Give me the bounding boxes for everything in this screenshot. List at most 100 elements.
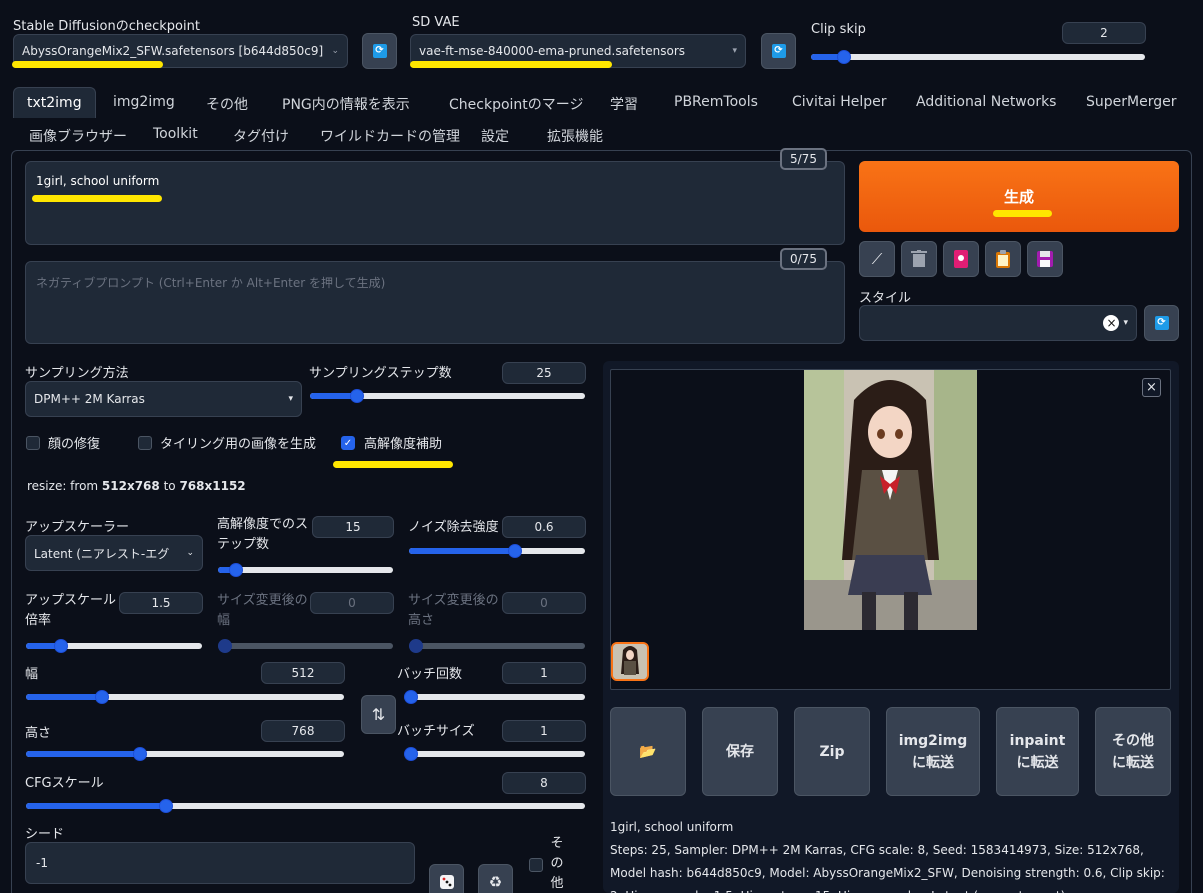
- resize-height-slider[interactable]: [409, 639, 585, 653]
- clip-skip-slider[interactable]: [811, 50, 1145, 64]
- resize-width-slider[interactable]: [218, 639, 393, 653]
- resize-width-input[interactable]: 0: [310, 592, 394, 614]
- denoise-slider[interactable]: [409, 544, 585, 558]
- slider-handle[interactable]: [404, 690, 418, 704]
- upscaler-select[interactable]: Latent (ニアレスト-エグ ⌄: [25, 535, 203, 571]
- resize-height-label: サイズ変更後の高さ: [408, 593, 499, 628]
- tab-row1-8[interactable]: Additional Networks: [916, 94, 1056, 110]
- close-icon[interactable]: ×: [1142, 378, 1161, 397]
- resize-to: 768x1152: [179, 479, 246, 493]
- hires-fix-checkbox[interactable]: ✓ 高解像度補助: [341, 433, 442, 452]
- sampling-method-select[interactable]: DPM++ 2M Karras ▾: [25, 381, 302, 417]
- hires-steps-slider[interactable]: [218, 563, 393, 577]
- resize-height-input[interactable]: 0: [502, 592, 586, 614]
- swap-dimensions-button[interactable]: ⇅: [361, 695, 396, 734]
- slider-handle[interactable]: [218, 639, 232, 653]
- batch-size-input[interactable]: 1: [502, 720, 586, 742]
- sampling-steps-slider[interactable]: [310, 389, 585, 403]
- slider-handle[interactable]: [837, 50, 852, 64]
- negative-prompt-textarea[interactable]: ネガティブプロンプト (Ctrl+Enter か Alt+Enter を押して生…: [25, 261, 845, 344]
- tab-row2-4[interactable]: 設定: [481, 126, 509, 146]
- send-to-img2img-button[interactable]: img2img に転送: [886, 707, 980, 796]
- batch-count-slider[interactable]: [404, 690, 585, 704]
- apply-style-button[interactable]: [985, 241, 1021, 277]
- checkbox-box[interactable]: [529, 858, 543, 872]
- seed-input[interactable]: -1: [25, 842, 415, 884]
- tab-row2-1[interactable]: Toolkit: [153, 126, 198, 142]
- sampling-steps-label: サンプリングステップ数: [309, 366, 452, 381]
- swap-icon: ⇅: [371, 705, 386, 724]
- tab-row2-3[interactable]: ワイルドカードの管理: [320, 126, 460, 146]
- check-icon[interactable]: ✓: [341, 435, 355, 450]
- resize-mid: to: [159, 479, 180, 493]
- tab-row1-7[interactable]: Civitai Helper: [792, 94, 887, 110]
- tab-row1-2[interactable]: その他: [206, 94, 248, 114]
- generate-button[interactable]: 生成: [859, 161, 1179, 232]
- refresh-style-button[interactable]: ⟳: [1144, 305, 1179, 341]
- floppy-icon: [1037, 251, 1053, 267]
- gallery-thumbnail[interactable]: [611, 642, 649, 681]
- clear-prompt-button[interactable]: [901, 241, 937, 277]
- upscale-factor-input[interactable]: 1.5: [119, 592, 203, 614]
- clip-skip-input[interactable]: 2: [1062, 22, 1146, 44]
- save-style-button[interactable]: [1027, 241, 1063, 277]
- open-folder-button[interactable]: 📂: [610, 707, 686, 796]
- tab-row1-6[interactable]: PBRemTools: [674, 94, 758, 110]
- extra-networks-button[interactable]: [943, 241, 979, 277]
- tab-row1-3[interactable]: PNG内の情報を表示: [282, 94, 410, 114]
- batch-count-input[interactable]: 1: [502, 662, 586, 684]
- slider-handle[interactable]: [349, 389, 364, 403]
- face-restore-checkbox[interactable]: 顔の修復: [26, 433, 100, 452]
- tab-row2-0[interactable]: 画像ブラウザー: [29, 126, 127, 146]
- clear-icon[interactable]: ×: [1103, 315, 1120, 331]
- slider-handle[interactable]: [158, 799, 173, 813]
- checkbox-box[interactable]: [138, 435, 152, 450]
- generated-image[interactable]: [804, 370, 977, 630]
- tab-txt2img[interactable]: txt2img: [13, 87, 96, 118]
- cfg-scale-slider[interactable]: [26, 799, 585, 813]
- clip-skip-label: Clip skip: [811, 22, 866, 37]
- batch-count-label: バッチ回数: [397, 667, 463, 682]
- chevron-down-icon: ▾: [1123, 318, 1128, 328]
- extra-seed-checkbox[interactable]: [529, 858, 543, 872]
- slider-handle[interactable]: [228, 563, 243, 577]
- refresh-icon: ⟳: [1154, 316, 1169, 330]
- upscale-factor-slider[interactable]: [26, 639, 202, 653]
- tab-row1-4[interactable]: Checkpointのマージ: [449, 94, 584, 114]
- tiling-checkbox[interactable]: タイリング用の画像を生成: [138, 433, 316, 452]
- style-select[interactable]: × ▾: [859, 305, 1137, 341]
- slider-handle[interactable]: [409, 639, 423, 653]
- face-restore-label: 顔の修復: [48, 437, 101, 452]
- refresh-checkpoint-button[interactable]: ⟳: [362, 33, 397, 69]
- tab-row1-5[interactable]: 学習: [610, 94, 638, 114]
- prompt-textarea[interactable]: 1girl, school uniform: [25, 161, 845, 245]
- denoise-input[interactable]: 0.6: [502, 516, 586, 538]
- cfg-scale-input[interactable]: 8: [502, 772, 586, 794]
- width-slider[interactable]: [26, 690, 344, 704]
- save-button[interactable]: 保存: [702, 707, 778, 796]
- tab-row2-5[interactable]: 拡張機能: [547, 126, 603, 146]
- sampling-steps-input[interactable]: 25: [502, 362, 586, 384]
- send-to-extras-button[interactable]: その他 に転送: [1095, 707, 1171, 796]
- read-params-button[interactable]: ⟋: [859, 241, 895, 277]
- height-label: 高さ: [25, 726, 52, 741]
- send-to-extras-label: その他 に転送: [1112, 732, 1154, 771]
- tab-row1-9[interactable]: SuperMerger: [1086, 94, 1176, 110]
- send-to-inpaint-button[interactable]: inpaint に転送: [996, 707, 1079, 796]
- refresh-vae-button[interactable]: ⟳: [761, 33, 796, 69]
- height-slider[interactable]: [26, 747, 344, 761]
- slider-handle[interactable]: [507, 544, 522, 558]
- slider-handle[interactable]: [404, 747, 418, 761]
- tab-row1-1[interactable]: img2img: [113, 94, 175, 110]
- hires-steps-input[interactable]: 15: [312, 516, 394, 538]
- batch-size-slider[interactable]: [404, 747, 585, 761]
- checkbox-box[interactable]: [26, 435, 40, 450]
- zip-button[interactable]: Zip: [794, 707, 870, 796]
- height-input[interactable]: 768: [261, 720, 345, 742]
- dice-icon: [439, 874, 454, 889]
- random-seed-button[interactable]: [429, 864, 464, 893]
- width-input[interactable]: 512: [261, 662, 345, 684]
- reuse-seed-button[interactable]: ♻: [478, 864, 513, 893]
- tab-row2-2[interactable]: タグ付け: [233, 126, 289, 146]
- negative-prompt-placeholder: ネガティブプロンプト (Ctrl+Enter か Alt+Enter を押して生…: [36, 276, 386, 290]
